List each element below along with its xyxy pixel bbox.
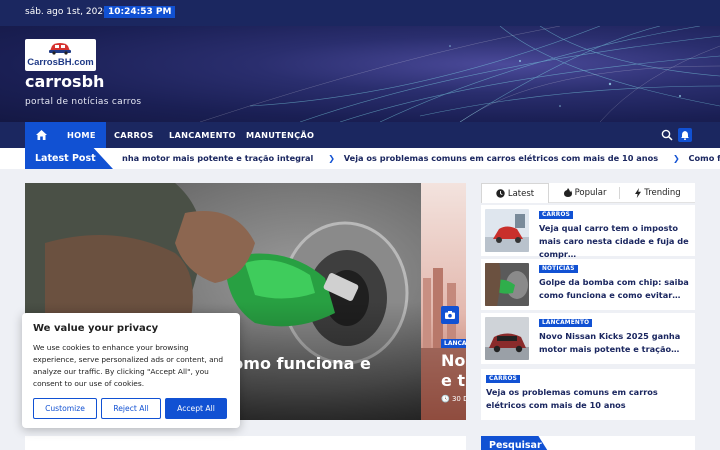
site-title[interactable]: carrosbh [25, 72, 104, 91]
next-slide-title[interactable]: No e tr [441, 351, 466, 391]
site-header: CarrosBH.com carrosbh portal de notícias… [0, 26, 720, 122]
camera-icon [441, 306, 459, 324]
site-logo[interactable]: CarrosBH.com [25, 39, 96, 71]
post-title[interactable]: Novo Nissan Kicks 2025 ganha motor mais … [539, 330, 689, 356]
bolt-icon [635, 187, 642, 198]
post-title[interactable]: Veja os problemas comuns em carros elétr… [486, 386, 691, 412]
logo-text: CarrosBH.com [27, 57, 94, 68]
post-title[interactable]: Golpe da bomba com chip: saiba como func… [539, 276, 689, 302]
car-logo-icon [49, 43, 71, 55]
nav-item-lancamento[interactable]: LANCAMENTO [169, 122, 236, 148]
ticker-arrow-icon: ❯ [328, 154, 335, 163]
clock-icon [496, 189, 505, 198]
tab-popular[interactable]: Popular [551, 183, 619, 203]
current-date: sáb. ago 1st, 2026 [25, 7, 109, 17]
notification-bell-icon[interactable] [678, 128, 692, 142]
ticker-arrow-icon: ❯ [672, 154, 680, 163]
cookie-title: We value your privacy [33, 323, 159, 334]
tab-trending[interactable]: Trending [621, 183, 695, 203]
search-widget: Pesquisar [481, 436, 695, 450]
cookie-reject-button[interactable]: Reject All [101, 398, 161, 419]
post-thumbnail[interactable] [485, 317, 529, 360]
cookie-text: We use cookies to enhance your browsing … [33, 343, 224, 388]
sidebar-post[interactable]: CARROS Veja os problemas comuns em carro… [481, 369, 695, 420]
tab-divider [619, 187, 620, 199]
post-category[interactable]: CARROS [486, 375, 520, 383]
next-slide-date-text: 30 D [451, 395, 466, 403]
tab-label: Trending [644, 188, 681, 198]
home-icon[interactable] [25, 122, 57, 148]
featured-slide-next[interactable]: LANCA No e tr 🕓 30 D [421, 183, 466, 420]
fire-icon [563, 188, 572, 197]
ticker-item[interactable]: Veja os problemas comuns em carros elétr… [344, 153, 658, 163]
cookie-consent-dialog: We value your privacy We use cookies to … [22, 313, 240, 428]
main-navigation: HOME CARROS LANCAMENTO MANUTENÇÃO [0, 122, 720, 148]
nav-item-manutencao[interactable]: MANUTENÇÃO [246, 122, 314, 148]
next-slide-category[interactable]: LANCA [441, 339, 466, 348]
current-time: 10:24:53 PM [104, 6, 176, 18]
post-title[interactable]: Veja qual carro tem o imposto mais caro … [539, 222, 689, 261]
next-slide-title-line: No [441, 351, 466, 370]
tab-latest[interactable]: Latest [481, 183, 549, 203]
top-bar: sáb. ago 1st, 2026 10:24:53 PM [0, 0, 720, 26]
next-slide-date: 🕓 30 D [441, 395, 466, 403]
search-widget-title: Pesquisar [481, 436, 551, 450]
latest-post-ticker: Latest Post nha motor mais potente e tra… [0, 148, 720, 169]
cookie-customize-button[interactable]: Customize [33, 398, 97, 419]
sidebar-tabs: Latest Popular Trending [481, 183, 695, 203]
post-thumbnail[interactable] [485, 209, 529, 252]
sidebar-post[interactable]: LANCAMENTO Novo Nissan Kicks 2025 ganha … [481, 313, 695, 364]
ticker-item[interactable]: nha motor mais potente e tração integral [122, 153, 313, 163]
header-background-art [199, 26, 720, 122]
latest-post-label: Latest Post [25, 148, 113, 169]
post-category[interactable]: LANCAMENTO [539, 319, 593, 327]
next-slide-title-line: e tr [441, 371, 466, 390]
ticker-item[interactable]: Como funciona o segu [689, 153, 720, 163]
nav-item-home[interactable]: HOME [57, 122, 106, 148]
site-tagline: portal de notícias carros [25, 97, 142, 107]
post-category[interactable]: CARROS [539, 211, 573, 219]
cookie-accept-button[interactable]: Accept All [165, 398, 227, 419]
clock-icon: 🕓 [441, 395, 450, 403]
sidebar-post[interactable]: CARROS Veja qual carro tem o imposto mai… [481, 205, 695, 259]
ticker-track: nha motor mais potente e tração integral… [122, 148, 720, 169]
post-category[interactable]: NOTICIAS [539, 265, 578, 273]
post-thumbnail[interactable] [485, 263, 529, 306]
tab-label: Popular [574, 188, 607, 198]
tab-label: Latest [507, 189, 535, 199]
search-icon[interactable] [661, 129, 673, 141]
nav-item-carros[interactable]: CARROS [114, 122, 154, 148]
content-box [25, 436, 466, 450]
sidebar-post[interactable]: NOTICIAS Golpe da bomba com chip: saiba … [481, 259, 695, 310]
